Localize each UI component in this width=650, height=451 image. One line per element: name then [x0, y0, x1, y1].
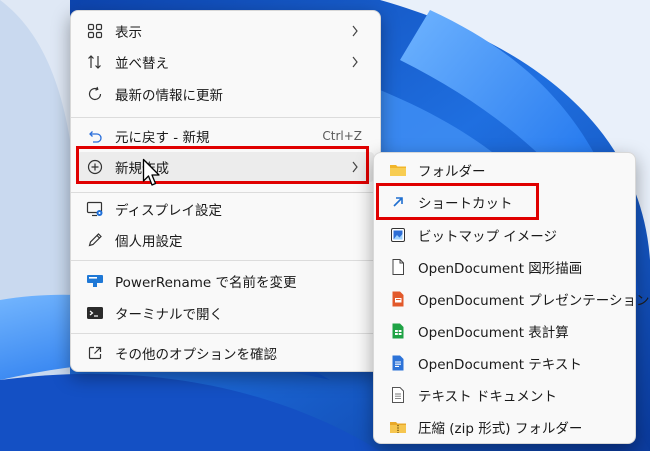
menu-item-view[interactable]: 表示	[77, 16, 374, 46]
menu-item-powerrename[interactable]: PowerRename で名前を変更	[77, 266, 374, 296]
highlight-shortcut-item	[376, 183, 539, 220]
menu-item-terminal[interactable]: ターミナルで開く	[77, 298, 374, 328]
submenu-item-odt[interactable]: OpenDocument テキスト	[380, 348, 629, 378]
desktop-context-menu: 表示 並べ替え 最新の情報に更新 元に戻す - 新規 Ctrl+Z 新規作成 デ…	[70, 10, 381, 372]
submenu-item-ods[interactable]: OpenDocument 表計算	[380, 316, 629, 346]
menu-item-personalize[interactable]: 個人用設定	[77, 225, 374, 255]
presentation-icon	[388, 289, 408, 309]
terminal-icon	[85, 303, 105, 323]
submenu-item-label: OpenDocument 表計算	[418, 325, 569, 341]
submenu-item-label: OpenDocument プレゼンテーション	[418, 293, 650, 309]
menu-item-label: ディスプレイ設定	[115, 203, 223, 219]
bitmap-icon	[388, 225, 408, 245]
menu-item-label: ターミナルで開く	[115, 307, 223, 323]
submenu-item-label: OpenDocument テキスト	[418, 357, 582, 373]
menu-item-more-options[interactable]: その他のオプションを確認	[77, 338, 374, 368]
text-file-icon	[388, 385, 408, 405]
submenu-item-label: OpenDocument 図形描画	[418, 261, 583, 277]
menu-item-label: その他のオプションを確認	[115, 347, 277, 363]
menu-item-label: 元に戻す - 新規	[115, 130, 210, 146]
submenu-item-label: ビットマップ イメージ	[418, 229, 558, 245]
submenu-item-bitmap[interactable]: ビットマップ イメージ	[380, 220, 629, 250]
menu-item-display-settings[interactable]: ディスプレイ設定	[77, 194, 374, 224]
menu-item-label: 個人用設定	[115, 234, 183, 250]
submenu-item-label: フォルダー	[418, 164, 486, 180]
menu-separator	[71, 333, 380, 334]
menu-separator	[71, 117, 380, 118]
text-document-icon	[388, 353, 408, 373]
menu-item-label: 最新の情報に更新	[115, 88, 223, 104]
display-settings-icon	[85, 199, 105, 219]
refresh-icon	[85, 84, 105, 104]
mouse-cursor-icon	[142, 158, 160, 186]
submenu-item-txt[interactable]: テキスト ドキュメント	[380, 380, 629, 410]
menu-item-refresh[interactable]: 最新の情報に更新	[77, 79, 374, 109]
shortcut-text: Ctrl+Z	[322, 129, 362, 143]
chevron-right-icon	[348, 56, 362, 68]
submenu-item-folder[interactable]: フォルダー	[380, 155, 629, 185]
menu-separator	[71, 260, 380, 261]
folder-icon	[388, 160, 408, 180]
chevron-right-icon	[348, 25, 362, 37]
sort-arrows-icon	[85, 52, 105, 72]
powerrename-icon	[85, 271, 105, 291]
spreadsheet-icon	[388, 321, 408, 341]
submenu-item-label: 圧縮 (zip 形式) フォルダー	[418, 421, 583, 437]
submenu-item-zip[interactable]: 圧縮 (zip 形式) フォルダー	[380, 412, 629, 442]
menu-item-label: 並べ替え	[115, 56, 169, 72]
undo-icon	[85, 126, 105, 146]
submenu-item-label: テキスト ドキュメント	[418, 389, 557, 405]
grid-icon	[85, 21, 105, 41]
submenu-item-odg[interactable]: OpenDocument 図形描画	[380, 252, 629, 282]
menu-item-label: 表示	[115, 25, 142, 41]
zip-folder-icon	[388, 417, 408, 437]
highlight-new-item	[76, 146, 369, 184]
pen-icon	[85, 230, 105, 250]
open-external-icon	[85, 343, 105, 363]
menu-separator	[71, 192, 380, 193]
menu-item-label: PowerRename で名前を変更	[115, 275, 297, 291]
document-icon	[388, 257, 408, 277]
submenu-item-odp[interactable]: OpenDocument プレゼンテーション	[380, 284, 650, 314]
menu-item-sort[interactable]: 並べ替え	[77, 47, 374, 77]
